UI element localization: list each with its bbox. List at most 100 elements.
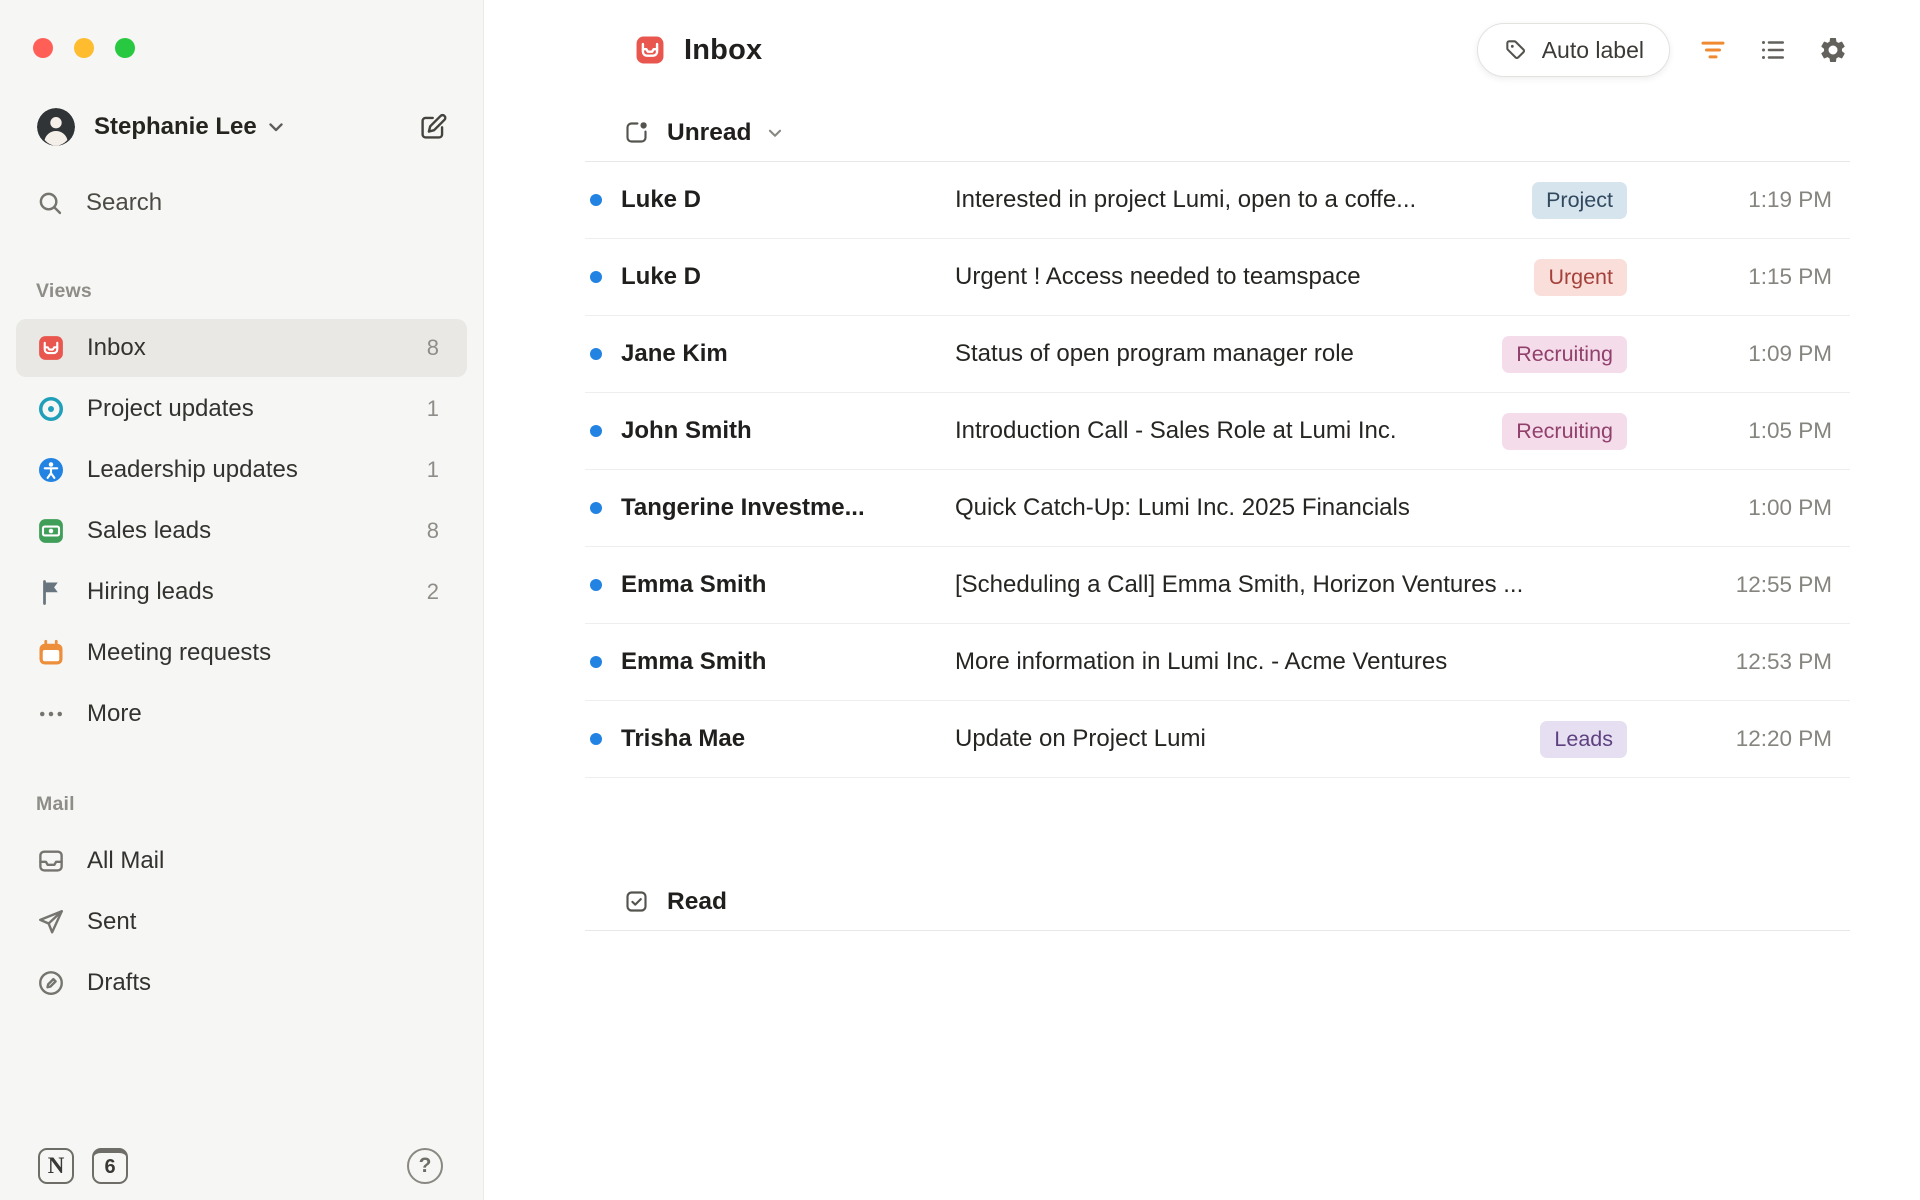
email-subject: Introduction Call - Sales Role at Lumi I… [955, 417, 1397, 444]
filter-button[interactable] [1696, 33, 1730, 67]
unread-dot-cell [585, 348, 621, 360]
sent-icon [36, 907, 66, 937]
leadership-icon [36, 455, 66, 485]
email-sender: Emma Smith [621, 571, 767, 598]
auto-label-button[interactable]: Auto label [1476, 23, 1670, 77]
unread-dot [590, 502, 602, 514]
compose-button[interactable] [417, 111, 449, 143]
sidebar-item-count: 8 [426, 335, 439, 360]
user-name: Stephanie Lee [94, 113, 257, 140]
sidebar-item-count: 2 [426, 579, 439, 604]
email-row[interactable]: Tangerine Investme... Quick Catch-Up: Lum… [585, 470, 1850, 547]
badge-cell: Recruiting [1502, 412, 1645, 450]
sidebar-item-sent[interactable]: Sent [16, 893, 467, 951]
sidebar-item-label: Sales leads [87, 517, 212, 544]
inbox-icon [633, 33, 667, 67]
sidebar-item-count: 8 [426, 518, 439, 543]
sidebar-item-label: Hiring leads [87, 578, 214, 605]
sidebar-item-sales-leads[interactable]: Sales leads 8 [16, 502, 467, 560]
email-row[interactable]: Jane Kim Status of open program manager r… [585, 316, 1850, 393]
email-time: 1:00 PM [1748, 495, 1832, 520]
email-row[interactable]: Luke D Interested in project Lumi, open t… [585, 162, 1850, 239]
email-sender: Luke D [621, 263, 702, 290]
avatar [37, 108, 75, 146]
unread-section-header[interactable]: Unread [585, 104, 1850, 162]
unread-dot [590, 425, 602, 437]
sidebar-item-meeting-requests[interactable]: Meeting requests [16, 624, 467, 682]
read-section-header[interactable]: Read [585, 873, 1850, 931]
chevron-down-icon [764, 122, 786, 144]
minimize-button[interactable] [74, 38, 94, 58]
zoom-button[interactable] [115, 38, 135, 58]
main-header: Inbox Auto label [585, 18, 1850, 82]
sidebar-item-all-mail[interactable]: All Mail [16, 832, 467, 890]
email-row[interactable]: Luke D Urgent ! Access needed to teamspac… [585, 239, 1850, 316]
sidebar-item-leadership-updates[interactable]: Leadership updates 1 [16, 441, 467, 499]
email-time: 1:05 PM [1748, 418, 1832, 443]
email-time: 12:20 PM [1735, 726, 1832, 751]
email-sender: Luke D [621, 186, 702, 213]
email-time: 1:09 PM [1748, 341, 1832, 366]
email-row[interactable]: John Smith Introduction Call - Sales Role… [585, 393, 1850, 470]
help-button[interactable]: ? [407, 1148, 443, 1184]
header-actions: Auto label [1476, 23, 1850, 77]
email-sender: Jane Kim [621, 340, 728, 367]
unread-dot-cell [585, 502, 621, 514]
close-button[interactable] [33, 38, 53, 58]
sidebar-item-drafts[interactable]: Drafts [16, 954, 467, 1012]
filter-icon [1698, 35, 1728, 65]
unread-dot [590, 733, 602, 745]
settings-button[interactable] [1816, 33, 1850, 67]
email-subject: Urgent ! Access needed to teamspace [955, 263, 1361, 290]
sidebar-item-hiring-leads[interactable]: Hiring leads 2 [16, 563, 467, 621]
calendar-app-icon[interactable]: 6 [92, 1148, 128, 1184]
email-subject: Interested in project Lumi, open to a co… [955, 186, 1417, 213]
notion-app-icon[interactable]: N [38, 1148, 74, 1184]
sidebar: Stephanie Lee Search Views Inbox 8 Project … [0, 0, 484, 1200]
drafts-icon [36, 968, 66, 998]
unread-dot [590, 656, 602, 668]
section-label-mail: Mail [36, 793, 75, 815]
all-mail-icon [36, 846, 66, 876]
unread-dot-cell [585, 425, 621, 437]
unread-dot-cell [585, 271, 621, 283]
badge-cell: Urgent [1534, 258, 1645, 296]
unread-dot-cell [585, 656, 621, 668]
email-subject: Update on Project Lumi [955, 725, 1206, 752]
sidebar-item-label: Project updates [87, 395, 254, 422]
email-row[interactable]: Emma Smith More information in Lumi Inc. … [585, 624, 1850, 701]
search-button[interactable]: Search [16, 176, 467, 230]
page-title: Inbox [684, 33, 763, 66]
email-row[interactable]: Emma Smith [Scheduling a Call] Emma Smith… [585, 547, 1850, 624]
email-subject: Status of open program manager role [955, 340, 1354, 367]
email-time: 12:53 PM [1735, 649, 1832, 674]
email-subject: Quick Catch-Up: Lumi Inc. 2025 Financial… [955, 494, 1410, 521]
unread-label: Unread [667, 118, 752, 146]
email-row[interactable]: Trisha Mae Update on Project Lumi Leads 12:… [585, 701, 1850, 778]
sidebar-sections: Views Inbox 8 Project updates 1 Leadership up… [0, 230, 483, 1015]
label-badge: Recruiting [1502, 335, 1627, 373]
email-time: 1:15 PM [1748, 264, 1832, 289]
sidebar-item-project-updates[interactable]: Project updates 1 [16, 380, 467, 438]
list-view-button[interactable] [1756, 33, 1790, 67]
email-time: 1:19 PM [1748, 187, 1832, 212]
unread-dot [590, 348, 602, 360]
email-subject: More information in Lumi Inc. - Acme Ven… [955, 648, 1448, 675]
account-switcher[interactable]: Stephanie Lee [37, 102, 449, 152]
email-sender: Tangerine Investme... [621, 494, 865, 521]
auto-label-icon [1503, 37, 1529, 63]
meeting-icon [36, 638, 66, 668]
sidebar-item-count: 1 [426, 396, 439, 421]
unread-icon [623, 119, 650, 146]
email-sender: John Smith [621, 417, 752, 444]
sidebar-item-more[interactable]: More [16, 685, 467, 743]
sidebar-item-label: Sent [87, 908, 137, 935]
email-sender: Trisha Mae [621, 725, 746, 752]
label-badge: Leads [1540, 720, 1627, 758]
section-label-views: Views [36, 280, 92, 302]
sidebar-item-inbox[interactable]: Inbox 8 [16, 319, 467, 377]
label-badge: Urgent [1534, 258, 1627, 296]
chevron-down-icon [264, 115, 288, 139]
sidebar-item-label: Drafts [87, 969, 152, 996]
inbox-icon [36, 333, 66, 363]
